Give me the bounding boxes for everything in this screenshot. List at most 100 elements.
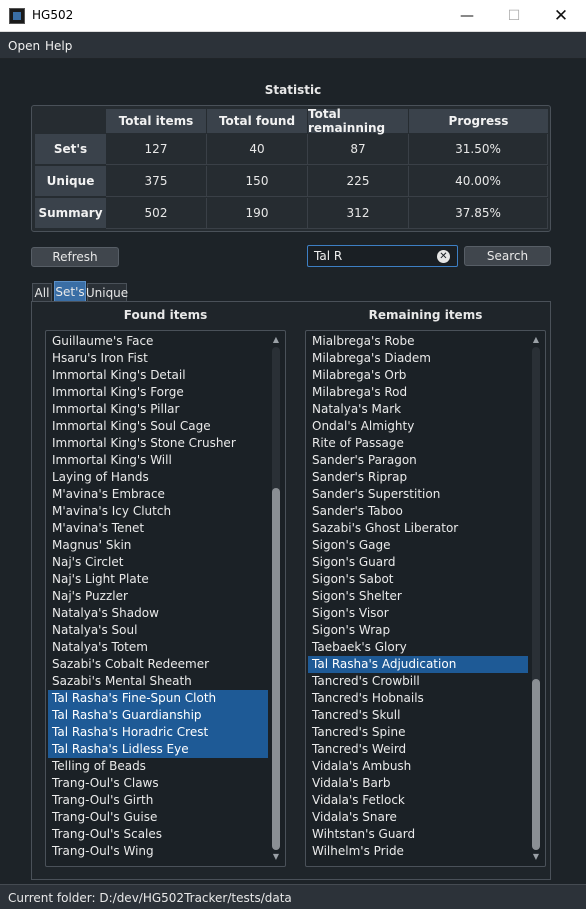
- list-item[interactable]: Tal Rasha's Adjudication: [308, 656, 528, 673]
- list-item[interactable]: Tal Rasha's Fine-Spun Cloth: [48, 690, 268, 707]
- search-input[interactable]: Tal R: [307, 245, 458, 267]
- list-item[interactable]: Milabrega's Orb: [308, 367, 528, 384]
- col-header-progress: Progress: [409, 109, 548, 133]
- clear-search-icon[interactable]: ✕: [437, 250, 450, 263]
- tab-all[interactable]: All: [32, 283, 52, 301]
- col-header-total-remaining: Total remainning: [308, 107, 409, 135]
- list-item[interactable]: Tancred's Skull: [308, 707, 528, 724]
- list-item[interactable]: Telling of Beads: [48, 758, 268, 775]
- list-item[interactable]: Tancred's Spine: [308, 724, 528, 741]
- list-item[interactable]: Wihtstan's Guard: [308, 826, 528, 843]
- list-item[interactable]: Tal Rasha's Horadric Crest: [48, 724, 268, 741]
- list-item[interactable]: Laying of Hands: [48, 469, 268, 486]
- list-item[interactable]: Ondal's Almighty: [308, 418, 528, 435]
- list-item[interactable]: Trang-Oul's Guise: [48, 809, 268, 826]
- found-items-title: Found items: [123, 308, 208, 322]
- list-item[interactable]: Magnus' Skin: [48, 537, 268, 554]
- list-item[interactable]: Natalya's Totem: [48, 639, 268, 656]
- list-item[interactable]: Naj's Circlet: [48, 554, 268, 571]
- list-item[interactable]: Natalya's Shadow: [48, 605, 268, 622]
- found-scrollbar[interactable]: ▲ ▼: [271, 335, 281, 862]
- list-item[interactable]: Immortal King's Forge: [48, 384, 268, 401]
- remaining-items-title: Remaining items: [368, 308, 483, 322]
- close-button[interactable]: ✕: [538, 0, 584, 32]
- list-item[interactable]: Taebaek's Glory: [308, 639, 528, 656]
- found-items-list[interactable]: Guillaume's Face Hsaru's Iron Fist Immorta…: [45, 330, 286, 867]
- list-item[interactable]: Vidala's Fetlock: [308, 792, 528, 809]
- list-item[interactable]: Vidala's Ambush: [308, 758, 528, 775]
- search-button[interactable]: Search: [464, 246, 551, 266]
- row-header-sets: Set's: [35, 134, 106, 165]
- scroll-up-icon[interactable]: ▲: [271, 335, 281, 345]
- list-item[interactable]: Tal Rasha's Guardianship: [48, 707, 268, 724]
- list-item[interactable]: Sigon's Sabot: [308, 571, 528, 588]
- list-item[interactable]: Milabrega's Rod: [308, 384, 528, 401]
- window-title: HG502: [32, 8, 74, 22]
- summary-total-items: 502: [106, 198, 207, 229]
- unique-progress: 40.00%: [409, 166, 548, 197]
- summary-total-found: 190: [207, 198, 308, 229]
- list-item[interactable]: Naj's Puzzler: [48, 588, 268, 605]
- menu-help[interactable]: Help: [45, 39, 72, 53]
- list-item[interactable]: Trang-Oul's Scales: [48, 826, 268, 843]
- list-item[interactable]: Sazabi's Cobalt Redeemer: [48, 656, 268, 673]
- list-item[interactable]: Immortal King's Stone Crusher: [48, 435, 268, 452]
- row-header-unique: Unique: [35, 166, 106, 197]
- remaining-scrollbar[interactable]: ▲ ▼: [531, 335, 541, 862]
- statistic-table: Total items Total found Total remainning…: [31, 105, 551, 232]
- list-item[interactable]: Sander's Superstition: [308, 486, 528, 503]
- scroll-thumb[interactable]: [272, 488, 280, 850]
- list-item[interactable]: M'avina's Icy Clutch: [48, 503, 268, 520]
- list-item[interactable]: Tal Rasha's Lidless Eye: [48, 741, 268, 758]
- tab-sets[interactable]: Set's: [54, 281, 86, 301]
- list-item[interactable]: Sander's Paragon: [308, 452, 528, 469]
- list-item[interactable]: Sazabi's Ghost Liberator: [308, 520, 528, 537]
- list-item[interactable]: Sigon's Visor: [308, 605, 528, 622]
- list-item[interactable]: Immortal King's Soul Cage: [48, 418, 268, 435]
- list-item[interactable]: M'avina's Tenet: [48, 520, 268, 537]
- remaining-items-list[interactable]: Mialbrega's Robe Milabrega's Diadem Milabr…: [305, 330, 546, 867]
- list-item[interactable]: Milabrega's Diadem: [308, 350, 528, 367]
- list-item[interactable]: Sazabi's Mental Sheath: [48, 673, 268, 690]
- maximize-button[interactable]: ☐: [491, 0, 537, 32]
- list-item[interactable]: Trang-Oul's Wing: [48, 843, 268, 860]
- list-item[interactable]: M'avina's Embrace: [48, 486, 268, 503]
- list-item[interactable]: Trang-Oul's Girth: [48, 792, 268, 809]
- scroll-track[interactable]: [532, 347, 540, 850]
- list-item[interactable]: Immortal King's Will: [48, 452, 268, 469]
- list-item[interactable]: Sigon's Wrap: [308, 622, 528, 639]
- list-item[interactable]: Natalya's Mark: [308, 401, 528, 418]
- list-item[interactable]: Tancred's Weird: [308, 741, 528, 758]
- list-item[interactable]: Vidala's Snare: [308, 809, 528, 826]
- scroll-track[interactable]: [272, 347, 280, 850]
- remaining-items: Mialbrega's Robe Milabrega's Diadem Milabr…: [308, 333, 528, 860]
- list-item[interactable]: Tancred's Crowbill: [308, 673, 528, 690]
- list-item[interactable]: Sigon's Shelter: [308, 588, 528, 605]
- list-item[interactable]: Guillaume's Face: [48, 333, 268, 350]
- scroll-up-icon[interactable]: ▲: [531, 335, 541, 345]
- list-item[interactable]: Sander's Taboo: [308, 503, 528, 520]
- list-item[interactable]: Mialbrega's Robe: [308, 333, 528, 350]
- list-item[interactable]: Naj's Light Plate: [48, 571, 268, 588]
- scroll-down-icon[interactable]: ▼: [531, 852, 541, 862]
- list-item[interactable]: Wilhelm's Pride: [308, 843, 528, 860]
- list-item[interactable]: Rite of Passage: [308, 435, 528, 452]
- list-item[interactable]: Hsaru's Iron Fist: [48, 350, 268, 367]
- menu-open[interactable]: Open: [8, 39, 40, 53]
- sets-progress: 31.50%: [409, 134, 548, 165]
- menu-bar: Open Help: [0, 32, 586, 59]
- list-item[interactable]: Sigon's Gage: [308, 537, 528, 554]
- scroll-thumb[interactable]: [532, 679, 540, 850]
- list-item[interactable]: Natalya's Soul: [48, 622, 268, 639]
- list-item[interactable]: Trang-Oul's Claws: [48, 775, 268, 792]
- scroll-down-icon[interactable]: ▼: [271, 852, 281, 862]
- list-item[interactable]: Immortal King's Pillar: [48, 401, 268, 418]
- list-item[interactable]: Vidala's Barb: [308, 775, 528, 792]
- list-item[interactable]: Sigon's Guard: [308, 554, 528, 571]
- list-item[interactable]: Sander's Riprap: [308, 469, 528, 486]
- minimize-button[interactable]: —: [444, 0, 490, 32]
- tab-unique[interactable]: Unique: [86, 283, 128, 301]
- list-item[interactable]: Tancred's Hobnails: [308, 690, 528, 707]
- refresh-button[interactable]: Refresh: [31, 247, 119, 267]
- list-item[interactable]: Immortal King's Detail: [48, 367, 268, 384]
